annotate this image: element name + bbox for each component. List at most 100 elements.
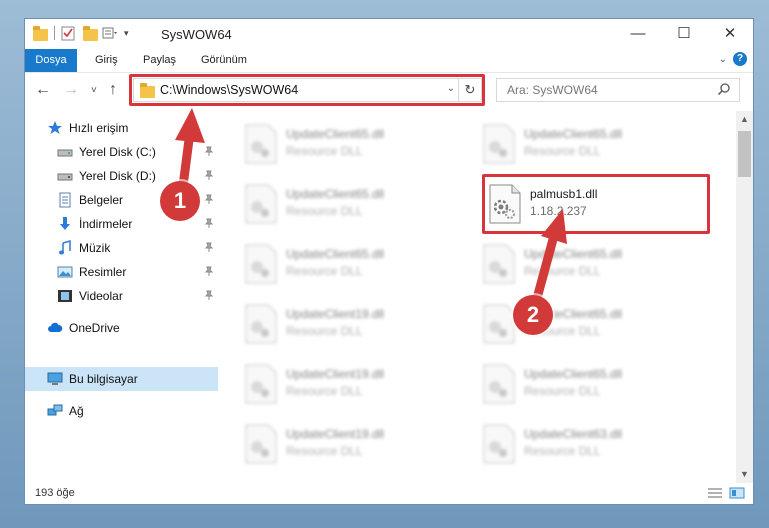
- file-name: UpdateClient63.dll: [524, 427, 623, 441]
- file-item[interactable]: UpdateClient65.dll Resource DLL: [240, 237, 470, 293]
- search-placeholder: Ara: SysWOW64: [507, 83, 598, 97]
- sidebar-item-label: OneDrive: [69, 321, 120, 335]
- file-list: UpdateClient65.dll Resource DLL UpdateCl…: [218, 111, 736, 473]
- pin-icon[interactable]: [204, 146, 214, 156]
- sidebar-item-label: Belgeler: [79, 193, 124, 207]
- pin-icon[interactable]: [204, 194, 214, 204]
- dll-file-icon: [245, 424, 277, 464]
- file-item[interactable]: UpdateClient65.dll Resource DLL: [478, 117, 708, 173]
- sidebar-item-label: Ağ: [69, 404, 84, 418]
- file-item[interactable]: UpdateClient65.dll Resource DLL: [478, 237, 708, 293]
- pin-icon[interactable]: [204, 170, 214, 180]
- pin-icon[interactable]: [204, 242, 214, 252]
- dll-file-icon: [245, 184, 277, 224]
- pin-icon[interactable]: [204, 290, 214, 300]
- sidebar-item-label: Yerel Disk (D:): [79, 169, 156, 183]
- file-item[interactable]: UpdateClient65.dll Resource DLL: [240, 177, 470, 233]
- pin-icon[interactable]: [204, 218, 214, 228]
- sidebar-item-label: Bu bilgisayar: [69, 372, 138, 386]
- file-name: UpdateClient19.dll: [286, 367, 385, 381]
- sidebar-item-pictures[interactable]: Resimler: [25, 260, 218, 284]
- expand-ribbon-icon[interactable]: ⌄: [719, 54, 727, 65]
- properties-icon[interactable]: [61, 25, 75, 41]
- file-name: UpdateClient19.dll: [286, 307, 385, 321]
- search-input[interactable]: Ara: SysWOW64: [496, 78, 740, 102]
- sidebar-item-this-pc[interactable]: Bu bilgisayar: [25, 367, 218, 391]
- sidebar-item-label: Müzik: [79, 241, 111, 255]
- sidebar-item-network[interactable]: Ağ: [25, 399, 218, 423]
- callout-2: 2: [513, 295, 553, 335]
- ribbon-tabs: Dosya Giriş Paylaş Görünüm ⌄ ?: [25, 49, 753, 73]
- sidebar-item-label: Resimler: [79, 265, 127, 279]
- maximize-button[interactable]: ☐: [661, 19, 707, 49]
- minimize-button[interactable]: —: [615, 19, 661, 49]
- file-item[interactable]: UpdateClient63.dll Resource DLL: [478, 417, 708, 473]
- drive-icon: [57, 173, 73, 181]
- scroll-thumb[interactable]: [738, 131, 751, 177]
- file-name: UpdateClient65.dll: [286, 127, 385, 141]
- sidebar-item-music[interactable]: Müzik: [25, 236, 218, 260]
- dll-file-icon: [483, 364, 515, 404]
- file-name: UpdateClient65.dll: [286, 247, 385, 261]
- sidebar-item-onedrive[interactable]: OneDrive: [25, 316, 218, 340]
- file-description: Resource DLL: [286, 204, 363, 218]
- file-description: Resource DLL: [286, 384, 363, 398]
- help-icon[interactable]: ?: [733, 52, 747, 66]
- pictures-icon: [57, 266, 73, 278]
- file-item[interactable]: UpdateClient19.dll Resource DLL: [240, 417, 470, 473]
- file-item[interactable]: UpdateClient65.dll Resource DLL: [240, 117, 470, 173]
- file-description: Resource DLL: [524, 384, 601, 398]
- up-arrow-icon[interactable]: ↑: [109, 81, 117, 99]
- file-item[interactable]: UpdateClient65.dll Resource DLL: [478, 297, 708, 353]
- back-arrow-icon[interactable]: ←: [35, 81, 51, 99]
- scroll-up-icon[interactable]: ▲: [736, 111, 753, 128]
- title-bar: ▾ SysWOW64 — ☐ ✕: [25, 19, 753, 49]
- callout-1: 1: [160, 181, 200, 221]
- tab-dosya[interactable]: Dosya: [25, 49, 77, 72]
- file-name: UpdateClient65.dll: [524, 127, 623, 141]
- file-description: Resource DLL: [286, 444, 363, 458]
- folder-icon: [33, 25, 48, 41]
- pin-icon[interactable]: [204, 266, 214, 276]
- download-icon: [60, 217, 70, 230]
- close-button[interactable]: ✕: [707, 19, 753, 49]
- explorer-window: ▾ SysWOW64 — ☐ ✕ Dosya Giriş Paylaş Görü…: [24, 18, 754, 505]
- file-name: UpdateClient65.dll: [286, 187, 385, 201]
- dll-file-icon: [245, 364, 277, 404]
- tab-paylas[interactable]: Paylaş: [143, 49, 176, 72]
- dll-file-icon: [483, 124, 515, 164]
- file-item[interactable]: UpdateClient19.dll Resource DLL: [240, 297, 470, 353]
- videos-icon: [58, 290, 72, 302]
- dll-file-icon: [245, 124, 277, 164]
- sidebar-item-local-disk-c[interactable]: Yerel Disk (C:): [25, 140, 218, 164]
- customize-toolbar-icon[interactable]: [102, 26, 120, 40]
- sidebar-item-label: Videolar: [79, 289, 123, 303]
- file-description: Resource DLL: [524, 264, 601, 278]
- file-name: UpdateClient19.dll: [286, 427, 385, 441]
- file-item[interactable]: UpdateClient65.dll Resource DLL: [478, 357, 708, 413]
- computer-icon: [47, 372, 63, 385]
- forward-arrow-icon[interactable]: →: [63, 81, 79, 99]
- sidebar-item-videos[interactable]: Videolar: [25, 284, 218, 308]
- chevron-down-icon[interactable]: ▾: [124, 28, 129, 39]
- sidebar-item-quick-access[interactable]: Hızlı erişim: [25, 116, 218, 140]
- search-icon: [717, 83, 730, 96]
- network-icon: [47, 404, 63, 416]
- tab-gorunum[interactable]: Görünüm: [201, 49, 247, 72]
- new-folder-icon[interactable]: [83, 25, 98, 41]
- navigation-bar: ← → ˅ ↑ C:\Windows\SysWOW64 ⌄ ↻ Ara: Sys…: [25, 73, 753, 109]
- documents-icon: [59, 192, 71, 208]
- file-description: Resource DLL: [286, 144, 363, 158]
- tab-giris[interactable]: Giriş: [95, 49, 118, 72]
- tiles-view-icon[interactable]: [729, 487, 745, 499]
- recent-locations-icon[interactable]: ˅: [91, 85, 97, 96]
- details-view-icon[interactable]: [707, 487, 723, 499]
- dll-file-icon: [245, 244, 277, 284]
- status-bar: 193 öğe: [25, 483, 753, 504]
- dll-file-icon: [483, 244, 515, 284]
- item-count: 193 öğe: [35, 487, 75, 499]
- music-icon: [59, 240, 71, 255]
- scroll-down-icon[interactable]: ▼: [736, 466, 753, 483]
- vertical-scrollbar[interactable]: ▲ ▼: [736, 111, 753, 483]
- file-item[interactable]: UpdateClient19.dll Resource DLL: [240, 357, 470, 413]
